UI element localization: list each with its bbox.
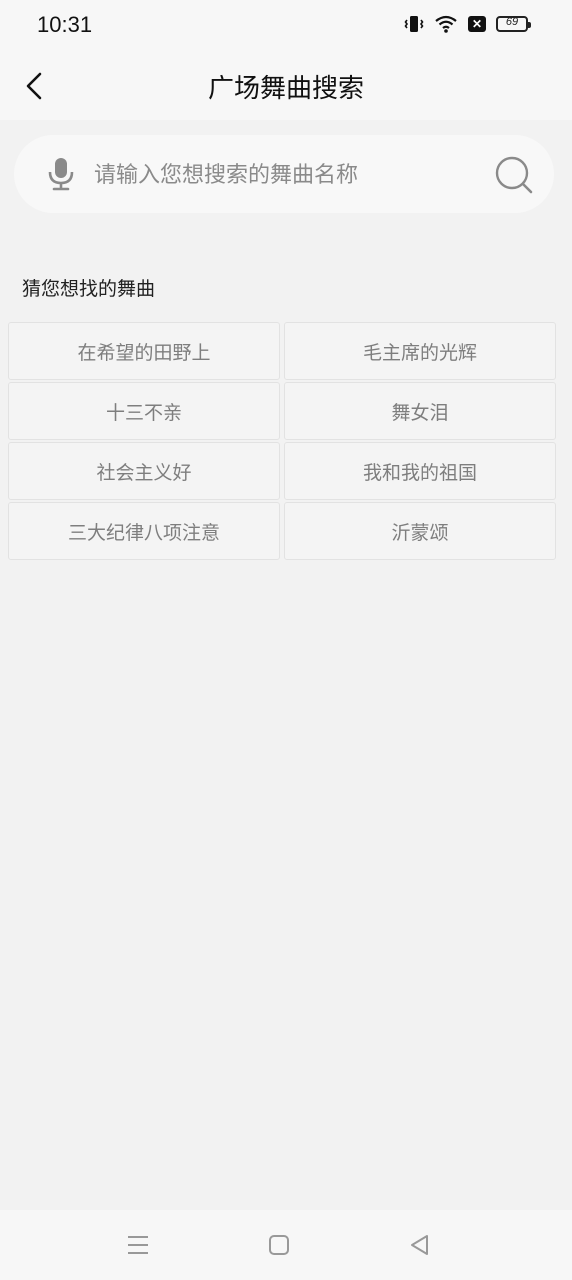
system-nav-bar (0, 1210, 572, 1280)
triangle-back-icon[interactable] (407, 1232, 433, 1258)
search-input[interactable] (92, 149, 476, 201)
page-title: 广场舞曲搜索 (207, 74, 364, 104)
search-bar (14, 135, 554, 213)
menu-icon[interactable] (125, 1232, 151, 1258)
suggestion-chip[interactable]: 社会主义好 (8, 442, 280, 500)
suggestion-chip[interactable]: 毛主席的光辉 (284, 322, 556, 380)
suggestion-chip[interactable]: 我和我的祖国 (284, 442, 556, 500)
status-bar: 10:31 ✕ 69 (0, 0, 572, 52)
sim-off-icon: ✕ (468, 16, 486, 32)
suggestions-title: 猜您想找的舞曲 (22, 278, 156, 300)
search-icon[interactable] (493, 155, 535, 195)
microphone-icon[interactable] (46, 156, 76, 192)
home-icon[interactable] (266, 1232, 292, 1258)
header: 广场舞曲搜索 (0, 52, 572, 120)
status-time: 10:31 (37, 12, 93, 37)
battery-level: 69 (505, 16, 519, 28)
suggestion-chip[interactable]: 在希望的田野上 (8, 322, 280, 380)
wifi-icon (435, 15, 457, 33)
suggestion-chip[interactable]: 十三不亲 (8, 382, 280, 440)
suggestion-chip[interactable]: 三大纪律八项注意 (8, 502, 280, 560)
suggestion-grid: 在希望的田野上 毛主席的光辉 十三不亲 舞女泪 社会主义好 我和我的祖国 三大纪… (8, 322, 556, 560)
vibrate-icon (404, 16, 424, 32)
battery-icon: 69 (496, 16, 531, 32)
suggestion-chip[interactable]: 舞女泪 (284, 382, 556, 440)
status-icons: ✕ 69 (404, 14, 531, 34)
suggestion-chip[interactable]: 沂蒙颂 (284, 502, 556, 560)
